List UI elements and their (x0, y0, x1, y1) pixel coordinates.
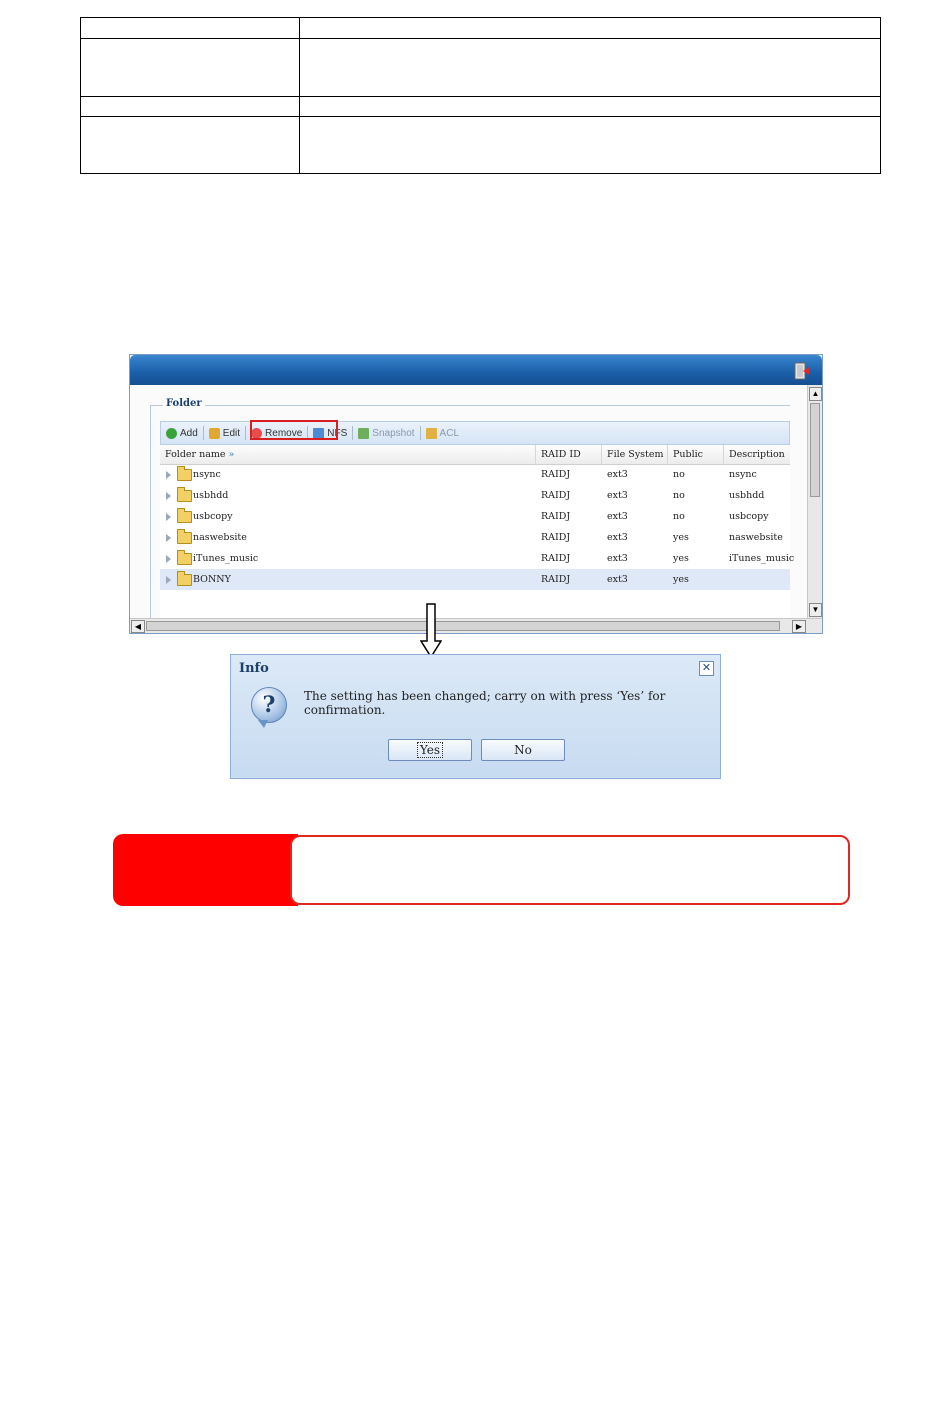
table-row[interactable]: nsync RAIDJ ext3 no nsync (160, 464, 790, 485)
expand-columns-icon[interactable]: » (229, 449, 235, 460)
table-row (81, 38, 880, 97)
grid-header: Folder name » RAID ID File System Public… (160, 445, 790, 465)
acl-icon (425, 427, 437, 439)
note-box (290, 835, 850, 905)
table-row (81, 96, 880, 117)
table-row[interactable]: usbcopy RAIDJ ext3 no usbcopy (160, 506, 790, 527)
edit-icon (208, 427, 220, 439)
yes-button[interactable]: Yes (388, 739, 472, 761)
expand-arrow-icon[interactable] (166, 555, 171, 563)
table-row[interactable]: naswebsite RAIDJ ext3 yes naswebsite (160, 527, 790, 548)
table-row[interactable]: usbhdd RAIDJ ext3 no usbhdd (160, 485, 790, 506)
expand-arrow-icon[interactable] (166, 492, 171, 500)
down-arrow-icon (420, 603, 442, 658)
horizontal-scrollbar[interactable]: ◀ ▶ (130, 618, 822, 633)
table-row-selected[interactable]: BONNY RAIDJ ext3 yes (160, 569, 790, 590)
vertical-scrollbar[interactable]: ▲ ▼ (807, 385, 822, 619)
scroll-right-arrow-icon[interactable]: ▶ (792, 620, 806, 633)
horizontal-scroll-thumb[interactable] (146, 621, 780, 631)
dialog-message: The setting has been changed; carry on w… (304, 689, 666, 717)
acl-button[interactable]: ACL (421, 424, 464, 442)
column-header-public[interactable]: Public (668, 445, 724, 464)
add-label: Add (180, 427, 198, 439)
folder-fieldset: Folder Add Edit Remove NFS Snapshot ACL … (150, 398, 794, 619)
dialog-title: Info (239, 661, 269, 676)
edit-label: Edit (222, 427, 241, 439)
table-row[interactable]: iTunes_music RAIDJ ext3 yes iTunes_music (160, 548, 794, 569)
expand-arrow-icon[interactable] (166, 471, 171, 479)
window-title-bar (130, 355, 822, 385)
column-header-folder-name[interactable]: Folder name » (160, 445, 536, 464)
grid-rows: nsync RAIDJ ext3 no nsync usbhdd RAIDJ e… (160, 464, 794, 590)
scroll-up-arrow-icon[interactable]: ▲ (809, 387, 822, 401)
question-icon: ? (251, 687, 287, 728)
edit-button[interactable]: Edit (204, 424, 245, 442)
info-dialog: Info ✕ ? The setting has been changed; c… (230, 654, 721, 779)
table-column-divider (299, 18, 300, 173)
expand-arrow-icon[interactable] (166, 576, 171, 584)
no-button[interactable]: No (481, 739, 565, 761)
acl-label: ACL (439, 427, 459, 439)
table-row (81, 18, 880, 39)
folder-window: Folder Add Edit Remove NFS Snapshot ACL … (129, 354, 823, 634)
remove-highlight-box (250, 420, 338, 440)
vertical-scroll-thumb[interactable] (810, 403, 820, 497)
scroll-down-arrow-icon[interactable]: ▼ (809, 603, 822, 617)
note-label-tab (113, 834, 298, 906)
close-icon[interactable]: ✕ (699, 661, 714, 676)
expand-arrow-icon[interactable] (166, 534, 171, 542)
snapshot-icon (358, 427, 370, 439)
snapshot-button[interactable]: Snapshot (353, 424, 419, 442)
folder-grid: Folder name » RAID ID File System Public… (160, 445, 794, 619)
fieldset-legend: Folder (163, 398, 205, 409)
window-body: Folder Add Edit Remove NFS Snapshot ACL … (130, 385, 808, 619)
add-button[interactable]: Add (161, 424, 203, 442)
add-icon (166, 427, 177, 439)
scroll-left-arrow-icon[interactable]: ◀ (131, 620, 145, 633)
logout-icon[interactable] (794, 362, 810, 380)
expand-arrow-icon[interactable] (166, 513, 171, 521)
column-header-raid-id[interactable]: RAID ID (536, 445, 602, 464)
empty-table (80, 17, 881, 174)
column-header-description[interactable]: Description (724, 445, 792, 464)
snapshot-label: Snapshot (372, 427, 415, 439)
column-header-file-system[interactable]: File System (602, 445, 668, 464)
